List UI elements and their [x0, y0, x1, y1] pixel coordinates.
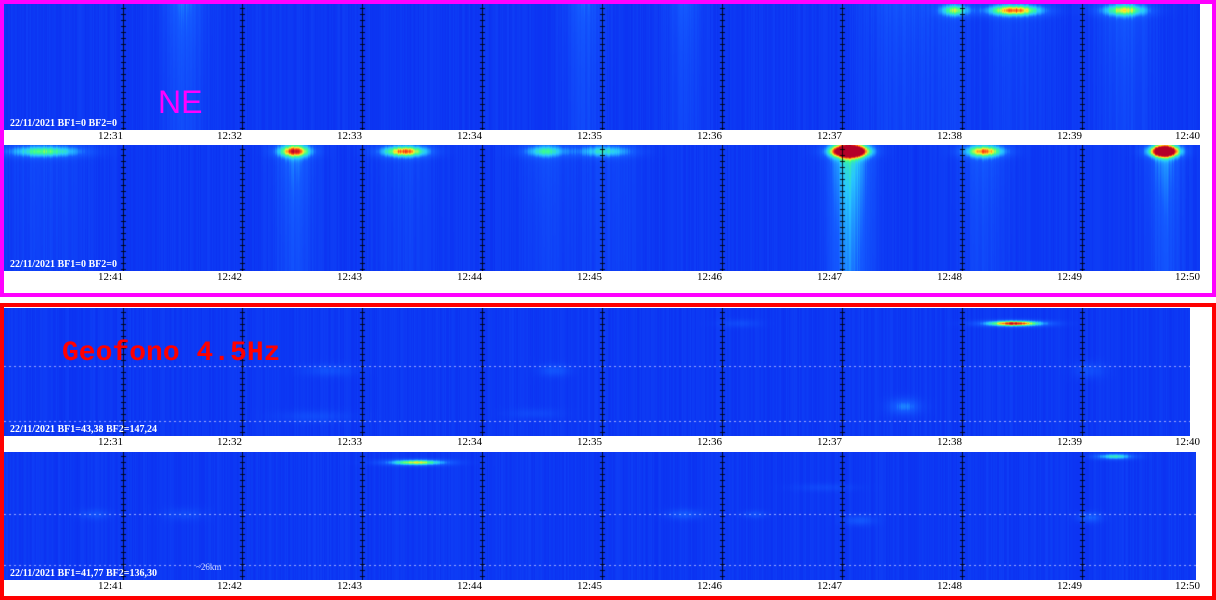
tick-label: 12:43: [336, 271, 362, 283]
spectrogram-strip-ne-1: 22/11/2021 BF1=0 BF2=0 12:31 12:32 12:33 12…: [4, 4, 1200, 144]
tick-label: 12:45: [576, 271, 602, 283]
date-filter-label: 22/11/2021 BF1=41,77 BF2=136,30: [10, 568, 157, 579]
distance-label: ~26km: [196, 562, 222, 572]
tick-label: 12:38: [936, 436, 962, 448]
tick-label: 12:35: [576, 130, 602, 142]
spectrogram-canvas: [4, 145, 1200, 271]
tick-label: 12:43: [336, 580, 362, 592]
tick-label: 12:44: [456, 580, 482, 592]
tick-label: 12:49: [1056, 580, 1082, 592]
spectrogram-strip-ne-2: 22/11/2021 BF1=0 BF2=0 12:41 12:42 12:43 12…: [4, 145, 1200, 285]
tick-label: 12:31: [97, 130, 123, 142]
geofono-channel-label: Geofono 4.5Hz: [62, 338, 281, 369]
tick-label: 12:41: [97, 271, 123, 283]
tick-label: 12:36: [696, 130, 722, 142]
tick-label: 12:44: [456, 271, 482, 283]
tick-label: 12:42: [216, 580, 242, 592]
tick-label: 12:39: [1056, 130, 1082, 142]
spectrogram-strip-geofono-1: 22/11/2021 BF1=43,38 BF2=147,24 12:31 12:…: [4, 308, 1200, 450]
tick-label: 12:32: [216, 130, 242, 142]
spectrogram-canvas: [4, 452, 1196, 580]
spectrogram-canvas: [4, 308, 1190, 436]
tick-label: 12:39: [1056, 436, 1082, 448]
date-filter-label: 22/11/2021 BF1=43,38 BF2=147,24: [10, 424, 157, 435]
tick-label: 12:36: [696, 436, 722, 448]
tick-label: 12:40: [1174, 130, 1200, 142]
tick-label: 12:46: [696, 271, 722, 283]
time-axis: 12:41 12:42 12:43 12:44 12:45 12:46 12:47 12:48…: [4, 580, 1200, 594]
spectrogram-strip-geofono-2: 22/11/2021 BF1=41,77 BF2=136,30 12:41 12:…: [4, 452, 1200, 594]
tick-label: 12:40: [1174, 436, 1200, 448]
date-filter-label: 22/11/2021 BF1=0 BF2=0: [10, 259, 117, 270]
tick-label: 12:34: [456, 436, 482, 448]
time-axis: 12:41 12:42 12:43 12:44 12:45 12:46 12:47 12:48…: [4, 271, 1200, 285]
tick-label: 12:33: [336, 436, 362, 448]
tick-label: 12:47: [816, 580, 842, 592]
tick-label: 12:41: [97, 580, 123, 592]
date-filter-label: 22/11/2021 BF1=0 BF2=0: [10, 118, 117, 129]
tick-label: 12:50: [1174, 580, 1200, 592]
tick-label: 12:32: [216, 436, 242, 448]
tick-label: 12:46: [696, 580, 722, 592]
tick-label: 12:37: [816, 130, 842, 142]
ne-channel-label: NE: [158, 84, 203, 120]
tick-label: 12:37: [816, 436, 842, 448]
time-axis: 12:31 12:32 12:33 12:34 12:35 12:36 12:37 12:38…: [4, 436, 1200, 450]
tick-label: 12:34: [456, 130, 482, 142]
tick-label: 12:45: [576, 580, 602, 592]
tick-label: 12:50: [1174, 271, 1200, 283]
tick-label: 12:38: [936, 130, 962, 142]
tick-label: 12:33: [336, 130, 362, 142]
tick-label: 12:31: [97, 436, 123, 448]
tick-label: 12:49: [1056, 271, 1082, 283]
time-axis: 12:31 12:32 12:33 12:34 12:35 12:36 12:37 12:38…: [4, 130, 1200, 144]
tick-label: 12:48: [936, 580, 962, 592]
tick-label: 12:48: [936, 271, 962, 283]
tick-label: 12:35: [576, 436, 602, 448]
tick-label: 12:42: [216, 271, 242, 283]
tick-label: 12:47: [816, 271, 842, 283]
